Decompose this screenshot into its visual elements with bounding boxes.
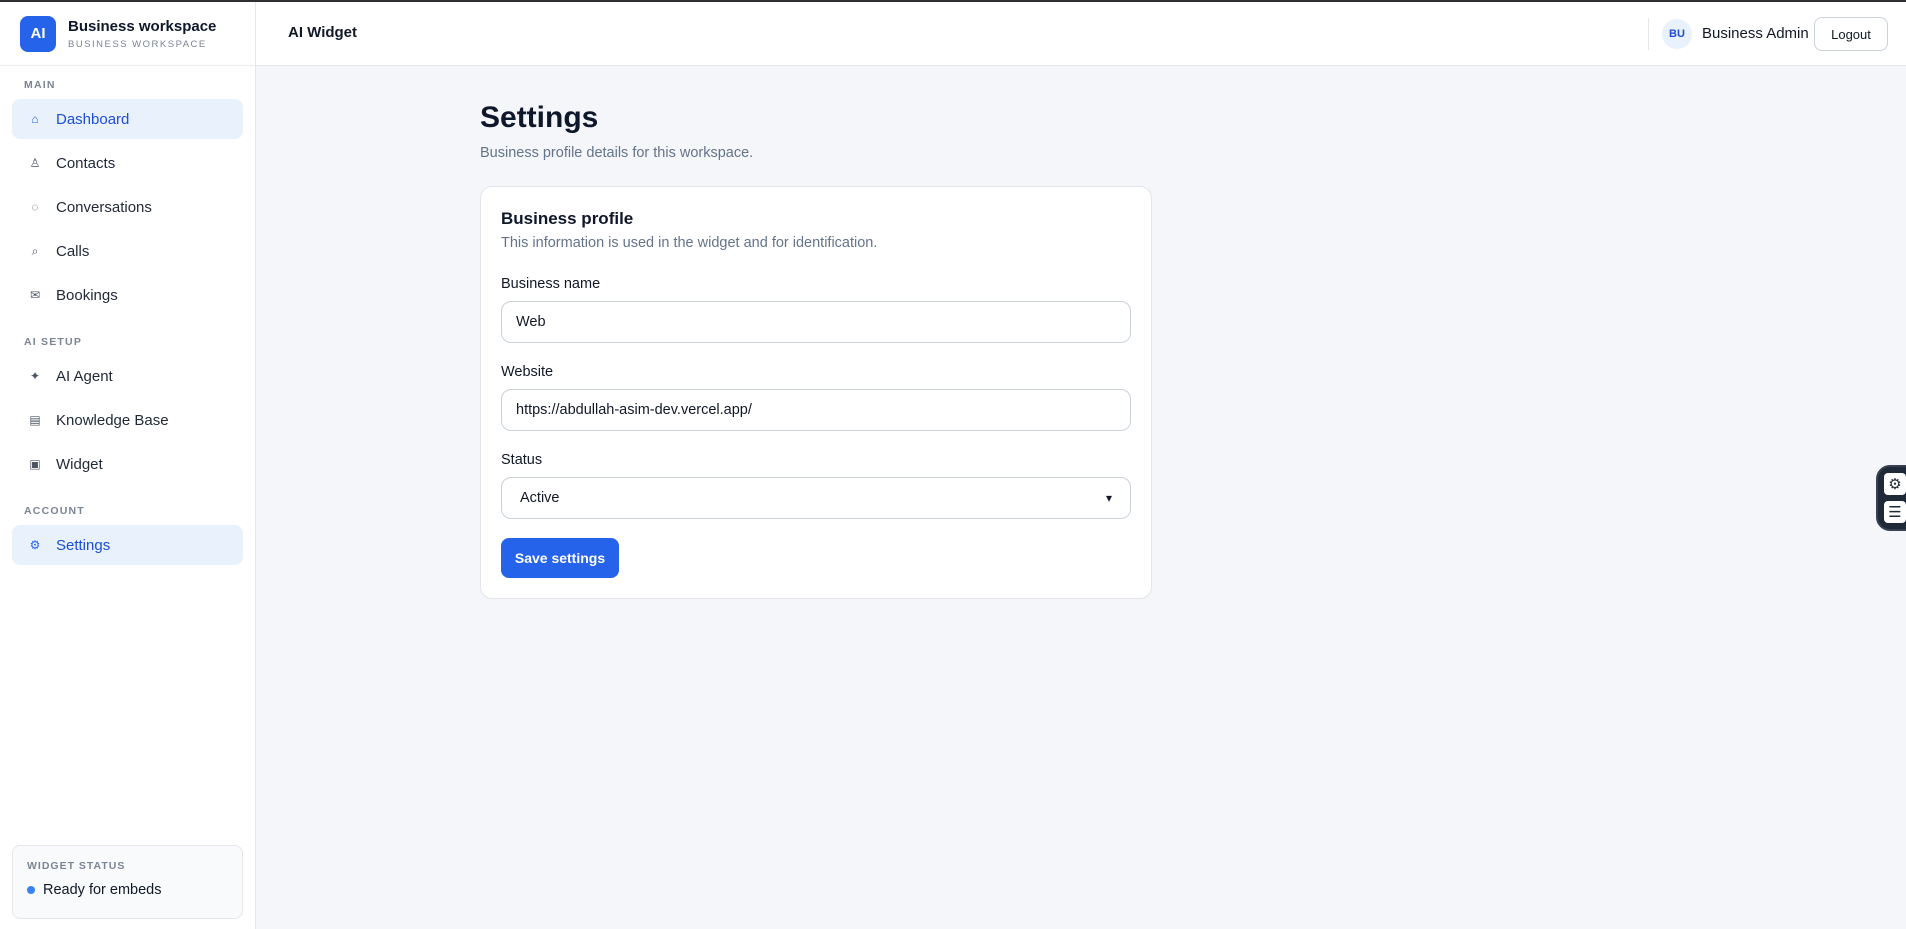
sidebar-item-label: Knowledge Base <box>56 411 169 429</box>
page-title: Settings <box>480 101 599 134</box>
widget-icon: ▣ <box>29 457 41 471</box>
sidebar-item-label: Widget <box>56 455 103 473</box>
sidebar-item-widget[interactable]: ▣ Widget <box>12 444 243 484</box>
book-icon: ▤ <box>29 413 41 427</box>
sidebar-item-label: Settings <box>56 536 111 554</box>
sidebar-item-label: Bookings <box>56 286 118 304</box>
business-name-label: Business name <box>501 276 601 292</box>
sidebar-item-label: Conversations <box>56 198 152 216</box>
sidebar-item-conversations[interactable]: ◌ Conversations <box>12 187 243 227</box>
floating-widget-launcher[interactable]: ⚙ ☰ <box>1876 465 1906 531</box>
home-icon: ⌂ <box>31 112 39 126</box>
status-dot-icon <box>27 886 35 894</box>
user-name: Business Admin <box>1702 25 1809 42</box>
chat-icon: ◌ <box>31 200 39 214</box>
sidebar-item-label: AI Agent <box>56 367 113 385</box>
chevron-down-icon: ▾ <box>1105 491 1112 505</box>
sidebar-item-label: Dashboard <box>56 110 130 128</box>
save-settings-button[interactable]: Save settings <box>501 538 619 578</box>
sidebar-item-ai-agent[interactable]: ✦ AI Agent <box>12 356 243 396</box>
widget-status-text: Ready for embeds <box>43 882 162 898</box>
avatar[interactable]: BU <box>1662 19 1692 49</box>
brand[interactable]: AI Business workspace BUSINESS WORKSPACE <box>0 2 255 66</box>
brand-logo: AI <box>20 15 56 52</box>
status-select[interactable]: Active ▾ <box>501 477 1131 519</box>
sidebar-item-label: Contacts <box>56 154 116 172</box>
business-name-input[interactable] <box>501 301 1131 343</box>
person-icon: ♙ <box>29 156 41 170</box>
sidebar-item-dashboard[interactable]: ⌂ Dashboard <box>12 99 243 139</box>
brand-title: Business workspace <box>68 17 217 35</box>
phone-icon: ⌕ <box>31 243 39 258</box>
status-select-value: Active <box>520 490 560 506</box>
sidebar: AI Business workspace BUSINESS WORKSPACE… <box>0 2 256 929</box>
sidebar-item-knowledge-base[interactable]: ▤ Knowledge Base <box>12 400 243 440</box>
header-divider <box>1648 18 1649 50</box>
section-label-ai-setup: AI SETUP <box>24 336 83 348</box>
page-subtitle: Business profile details for this worksp… <box>480 145 754 161</box>
status-label: Status <box>501 452 543 468</box>
sidebar-item-settings[interactable]: ⚙ Settings <box>12 525 243 565</box>
page-header-title: AI Widget <box>288 24 358 41</box>
sparkle-icon: ✦ <box>29 369 41 383</box>
mail-icon: ✉ <box>29 288 41 302</box>
widget-status-label: WIDGET STATUS <box>27 860 126 872</box>
top-header: AI Widget BU Business Admin Logout <box>256 2 1906 66</box>
gear-icon[interactable]: ⚙ <box>1884 473 1906 495</box>
logout-button[interactable]: Logout <box>1814 17 1888 51</box>
gear-icon: ⚙ <box>29 538 41 552</box>
widget-status-panel: WIDGET STATUS Ready for embeds <box>12 845 243 919</box>
section-label-account: ACCOUNT <box>24 505 85 517</box>
menu-icon[interactable]: ☰ <box>1884 501 1906 523</box>
sidebar-item-bookings[interactable]: ✉ Bookings <box>12 275 243 315</box>
sidebar-item-label: Calls <box>56 242 90 260</box>
website-input[interactable] <box>501 389 1131 431</box>
business-profile-card: Business profile This information is use… <box>480 186 1152 599</box>
card-subtitle: This information is used in the widget a… <box>501 235 878 251</box>
card-title: Business profile <box>501 209 634 228</box>
website-label: Website <box>501 364 554 380</box>
sidebar-item-calls[interactable]: ⌕ Calls <box>12 231 243 271</box>
brand-subtitle: BUSINESS WORKSPACE <box>68 38 207 50</box>
section-label-main: MAIN <box>24 79 56 91</box>
sidebar-item-contacts[interactable]: ♙ Contacts <box>12 143 243 183</box>
